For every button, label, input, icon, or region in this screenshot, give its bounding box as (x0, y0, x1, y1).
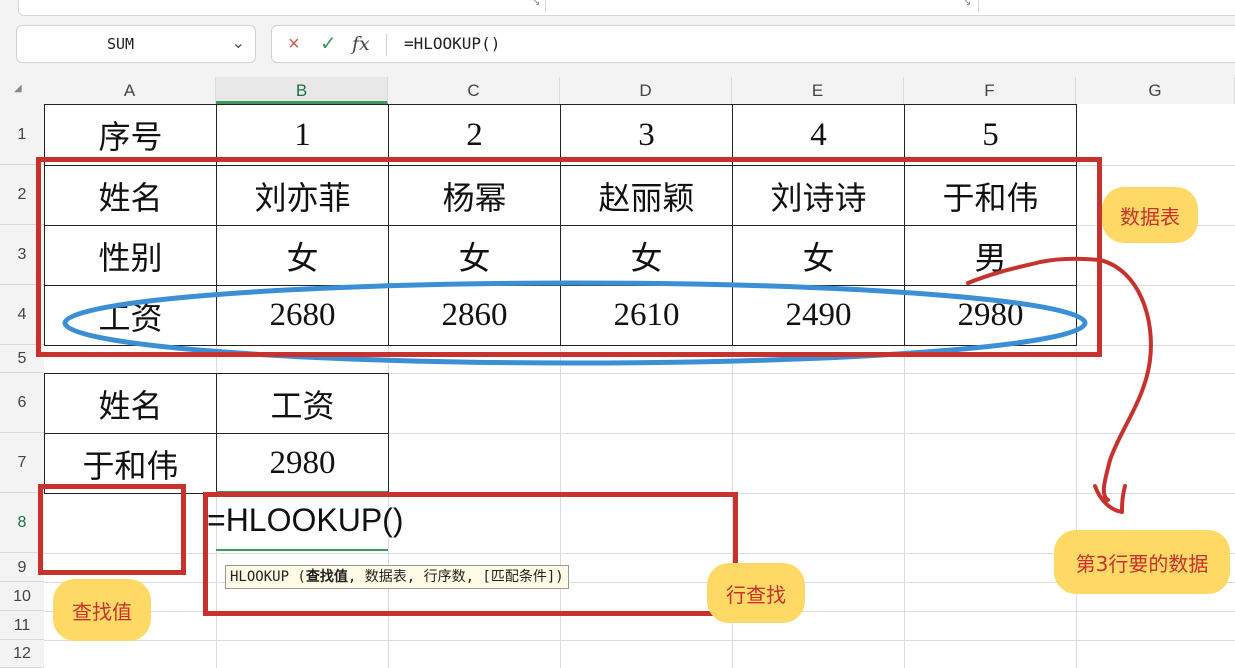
data-table-outline (36, 157, 1102, 357)
label-row-lookup: 行查找 (707, 563, 805, 623)
label-third-row: 第3行要的数据 (1054, 530, 1230, 594)
lookup-value-outline (38, 484, 186, 575)
label-lookup-value: 查找值 (53, 579, 151, 641)
label-data-table: 数据表 (1102, 187, 1198, 243)
formula-outline (203, 492, 738, 616)
